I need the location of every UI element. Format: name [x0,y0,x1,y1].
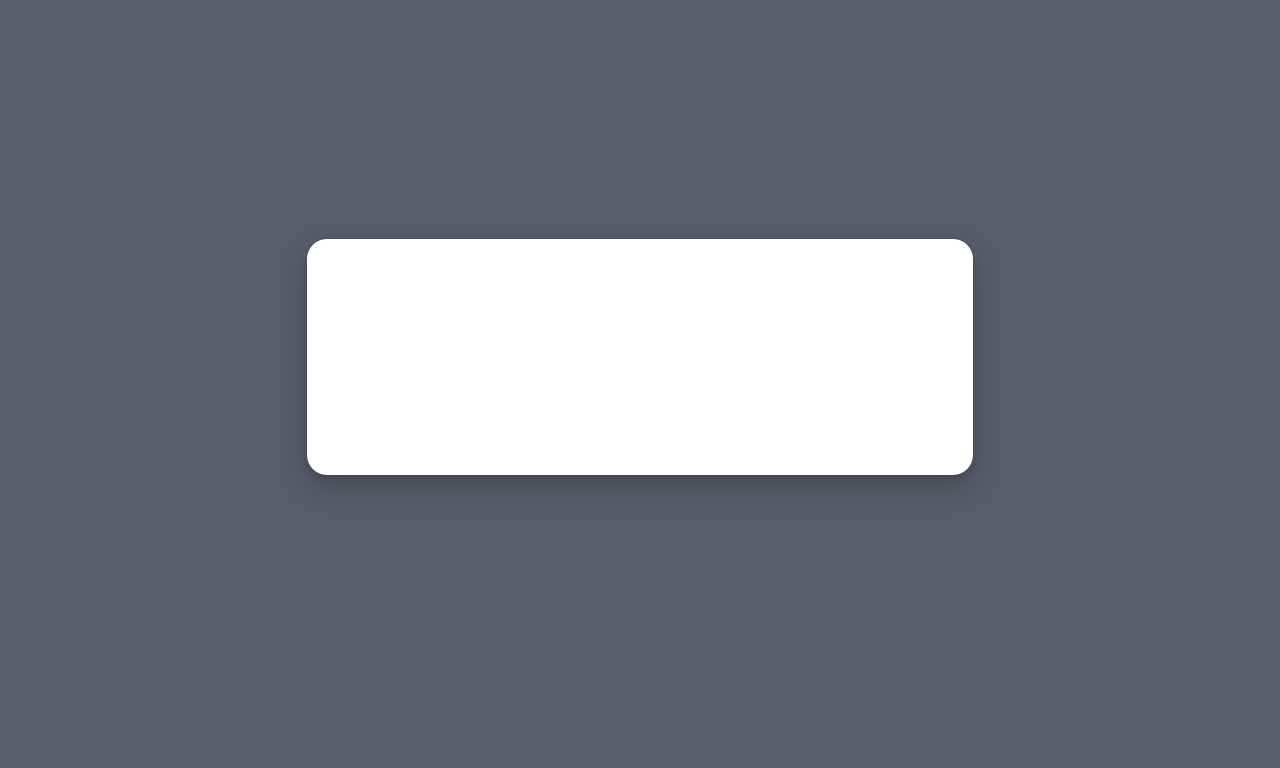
modal-backdrop[interactable] [0,0,1280,768]
modal-dialog [307,239,973,475]
modal-dialog-content [307,239,973,475]
